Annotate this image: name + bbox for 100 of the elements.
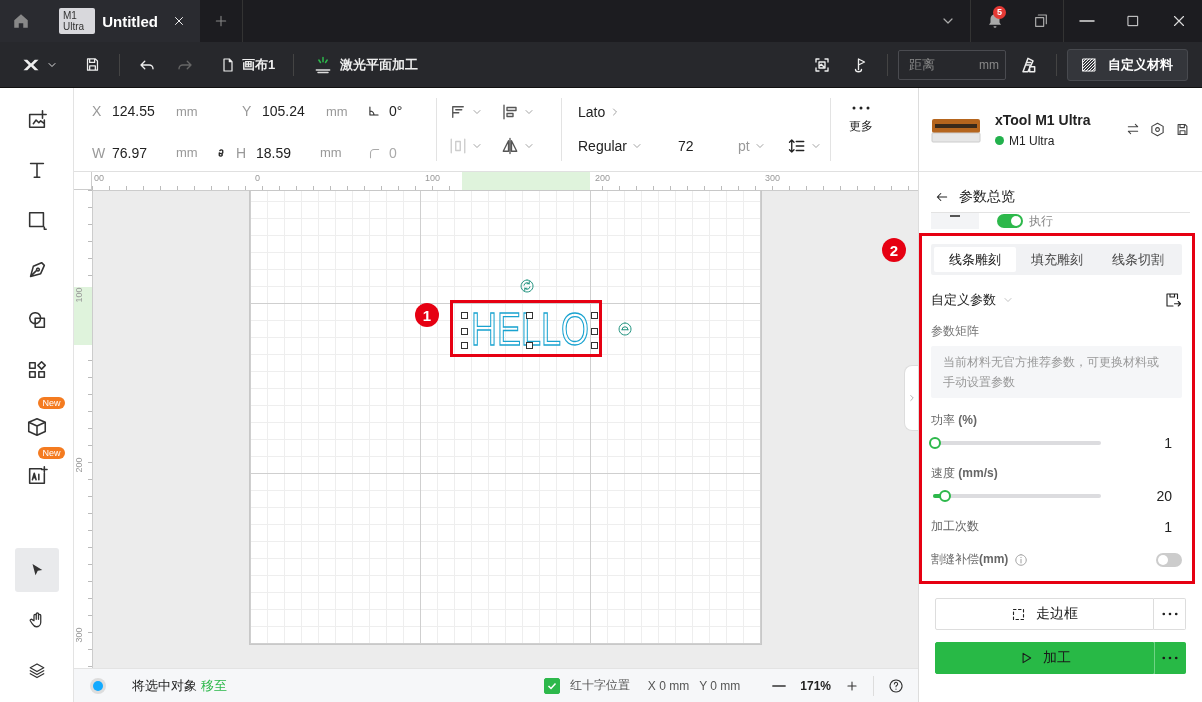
status-indicator — [90, 677, 106, 694]
close-icon — [172, 14, 186, 28]
unit-label: mm — [326, 103, 348, 119]
more-icon — [1162, 656, 1178, 660]
param-label: 加工次数 — [931, 518, 979, 535]
mode-tab[interactable]: 线条切割 — [1097, 247, 1179, 272]
custom-material-button[interactable]: 自定义材料 — [1067, 48, 1188, 81]
unit-label: mm — [176, 103, 198, 119]
tab-title: Untitled — [102, 12, 158, 30]
value-field[interactable]: 76.97 — [112, 144, 168, 161]
minimize-icon — [1078, 20, 1096, 22]
device-model: M1 Ultra — [1009, 133, 1055, 148]
mode-tab[interactable]: 填充雕刻 — [1015, 247, 1098, 272]
unit-label: mm — [979, 57, 999, 72]
font-style-dropdown[interactable]: Regular — [578, 136, 678, 156]
value-field[interactable]: 105.24 — [262, 103, 318, 119]
resize-handle[interactable] — [461, 312, 468, 319]
resize-handle[interactable] — [591, 312, 598, 319]
ruler-label: 0 — [255, 173, 260, 183]
toggle-switch[interactable] — [997, 214, 1023, 228]
value-field[interactable]: 18.59 — [256, 144, 312, 161]
new-badge: New — [38, 397, 65, 409]
document-tab[interactable]: M1 Ultra Untitled — [42, 0, 200, 42]
plus-icon — [845, 678, 859, 693]
swap-icon — [1126, 122, 1140, 136]
flip-icon — [501, 137, 519, 155]
collapse-handle[interactable] — [904, 365, 918, 431]
field-label: Y — [242, 103, 253, 119]
unit-label: mm — [320, 145, 342, 160]
distance-input[interactable]: 距离 — [907, 56, 979, 73]
ruler-label: 00 — [94, 173, 104, 183]
field-label: H — [236, 144, 248, 161]
ruler-label: 100 — [425, 173, 441, 183]
field-label: X — [92, 103, 103, 119]
ruler-highlight — [74, 287, 92, 345]
value-field[interactable]: 124.55 — [112, 103, 168, 119]
align-left-icon — [501, 103, 519, 121]
distance-field[interactable]: 距离 mm — [898, 49, 1006, 80]
angle-field[interactable]: 0° — [389, 103, 437, 119]
circle-handle-icon — [616, 320, 634, 338]
x-position: X 0 mm — [647, 678, 690, 693]
more-icon — [1161, 612, 1178, 616]
ruler-label: 300 — [74, 627, 84, 643]
ruler-label: 100 — [74, 287, 84, 303]
checkbox[interactable] — [543, 677, 560, 694]
home-icon — [12, 12, 30, 30]
param-value[interactable]: 20 — [1156, 488, 1182, 504]
y-position: Y 0 mm — [699, 678, 741, 693]
notice-text: 当前材料无官方推荐参数，可更换材料或手动设置参数 — [931, 346, 1182, 398]
maximize-icon — [1125, 13, 1141, 29]
new-badge: New — [38, 447, 65, 459]
back-icon — [935, 190, 949, 204]
home-button[interactable] — [0, 0, 42, 42]
toggle-switch[interactable] — [1156, 552, 1182, 567]
box-icon — [25, 415, 48, 437]
minus-icon — [772, 684, 787, 687]
param-label: 割缝补偿(mm) — [931, 551, 1009, 568]
toggle-label: 执行 — [1029, 213, 1053, 229]
align-icon — [449, 103, 467, 121]
distribute-icon — [449, 137, 467, 155]
mode-button[interactable]: 激光平面加工 — [304, 48, 427, 81]
frame-button[interactable]: 走边框 — [935, 598, 1154, 630]
zoom-level: 171% — [800, 678, 831, 693]
mode-tab[interactable]: 线条雕刻 — [934, 247, 1016, 272]
process-button[interactable]: 加工 — [935, 642, 1154, 674]
angle-icon — [367, 104, 381, 118]
info-icon — [1014, 552, 1029, 567]
param-label: 功率 (%) — [931, 413, 977, 427]
canvas-button[interactable]: 画布1 — [212, 49, 284, 80]
status-message: 将选中对象 — [132, 676, 197, 695]
font-size-field[interactable]: 72 — [678, 136, 738, 156]
settings-icon — [1150, 122, 1165, 137]
param-value[interactable]: 1 — [1164, 435, 1182, 451]
param-label: 速度 (mm/s) — [931, 466, 998, 480]
document-icon — [220, 56, 236, 73]
checkbox-label: 红十字位置 — [569, 677, 630, 694]
save-icon — [84, 56, 101, 73]
help-icon — [888, 677, 904, 694]
ruler-label: 200 — [595, 173, 611, 183]
device-badge: M1 Ultra — [59, 8, 96, 34]
more-icon — [852, 106, 870, 110]
windows-icon — [1033, 13, 1049, 29]
resize-handle[interactable] — [526, 312, 533, 319]
camera-frame-icon — [813, 55, 831, 74]
layers-icon — [27, 661, 46, 679]
device-name: xTool M1 Ultra — [995, 111, 1092, 128]
rotate-handle-icon — [518, 277, 536, 295]
section-title: 参数总览 — [959, 188, 1015, 206]
plus-icon — [213, 13, 229, 29]
save-icon — [1175, 122, 1190, 137]
line-spacing-icon — [788, 137, 806, 155]
notification-count: 5 — [993, 6, 1006, 19]
matrix-label: 参数矩阵 — [931, 323, 980, 340]
export-icon — [1164, 291, 1182, 309]
param-value[interactable]: 1 — [1164, 518, 1182, 535]
preset-dropdown[interactable]: 自定义参数 — [931, 291, 996, 309]
field-label: W — [92, 144, 104, 161]
ruler-label: 200 — [74, 457, 84, 473]
ruler-label: 300 — [765, 173, 781, 183]
unit-label: mm — [176, 145, 198, 160]
